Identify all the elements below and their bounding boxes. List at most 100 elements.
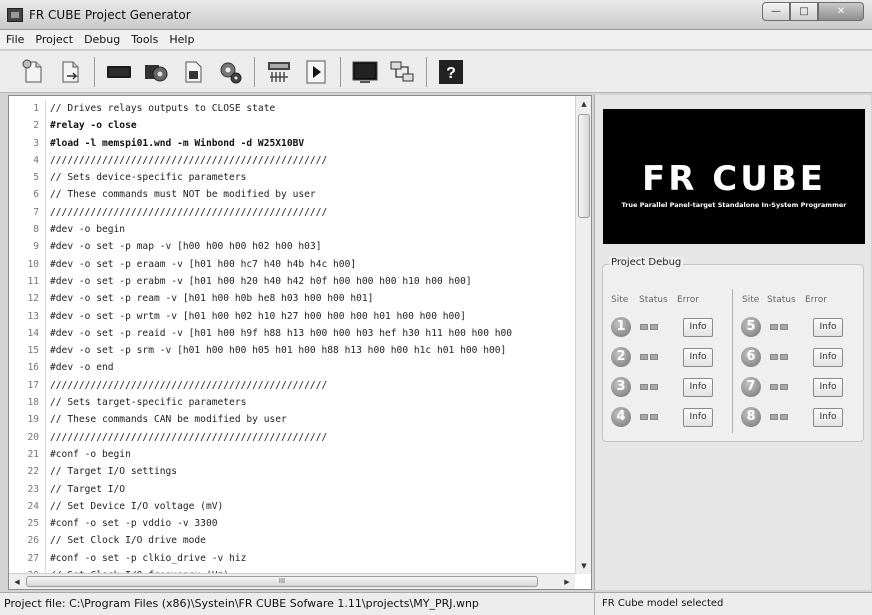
menu-project[interactable]: Project — [35, 33, 73, 46]
vertical-scrollbar[interactable]: ▲ ▼ — [575, 96, 591, 574]
code-line[interactable]: 18 // Sets target-specific parameters — [9, 394, 575, 412]
line-text: #dev -o set -p reaid -v [h01 h00 h9f h88… — [50, 327, 513, 339]
network-button[interactable] — [389, 59, 415, 85]
script-editor[interactable]: 1 // Drives relays outputs to CLOSE state… — [8, 95, 592, 590]
code-line[interactable]: 15 #dev -o set -p srm -v [h01 h00 h00 h05… — [9, 342, 575, 360]
debug-site-3: 3 Info — [603, 375, 729, 399]
code-line[interactable]: 12 #dev -o set -p ream -v [h01 h00 h0b he… — [9, 290, 575, 308]
code-line[interactable]: 6 // These commands must NOT be modified … — [9, 186, 575, 204]
info-button[interactable]: Info — [683, 378, 713, 397]
status-led-icon — [640, 384, 648, 390]
help-button[interactable]: ? — [438, 59, 464, 85]
open-project-button[interactable] — [57, 59, 83, 85]
code-line[interactable]: 23 // Target I/O — [9, 480, 575, 498]
code-line[interactable]: 13 #dev -o set -p wrtm -v [h01 h00 h02 h1… — [9, 307, 575, 325]
code-line[interactable]: 10 #dev -o set -p eraam -v [h01 h00 hc7 h… — [9, 255, 575, 273]
status-led-icon — [770, 324, 778, 330]
line-number: 17 — [27, 379, 39, 391]
code-line[interactable]: 17 //////////////////////////////////////… — [9, 376, 575, 395]
info-button[interactable]: Info — [683, 318, 713, 337]
line-number: 10 — [27, 258, 39, 270]
info-button[interactable]: Info — [813, 318, 843, 337]
line-text: #load -l memspi01.wnd -m Winbond -d W25X… — [50, 137, 305, 149]
menu-bar: File Project Debug Tools Help — [0, 30, 872, 50]
header-status: Status — [767, 295, 796, 305]
line-text: // Drives relays outputs to CLOSE state — [50, 103, 276, 114]
code-lines: 1 // Drives relays outputs to CLOSE state… — [9, 100, 575, 585]
debug-site-8: 8 Info — [733, 405, 859, 429]
scroll-down-arrow-icon[interactable]: ▼ — [576, 558, 591, 574]
scroll-up-arrow-icon[interactable]: ▲ — [576, 96, 591, 112]
line-number: 13 — [27, 310, 39, 322]
code-line[interactable]: 5 // Sets device-specific parameters — [9, 169, 575, 187]
code-line[interactable]: 11 #dev -o set -p erabm -v [h01 h00 h20 h… — [9, 272, 575, 291]
status-leds — [770, 384, 790, 390]
scroll-right-arrow-icon[interactable]: ▶ — [559, 574, 575, 589]
line-text: // Sets device-specific parameters — [50, 172, 247, 184]
code-line[interactable]: 22 // Target I/O settings — [9, 463, 575, 481]
line-text: // These commands CAN be modified by use… — [50, 414, 287, 426]
code-line[interactable]: 9 #dev -o set -p map -v [h00 h00 h00 h02 … — [9, 238, 575, 256]
site-number-badge: 7 — [741, 377, 761, 397]
line-text: // Target I/O — [50, 483, 126, 495]
device-button[interactable] — [106, 59, 132, 85]
menu-help[interactable]: Help — [169, 33, 194, 46]
scroll-grip: III — [278, 577, 286, 585]
menu-tools[interactable]: Tools — [131, 33, 158, 46]
menu-file[interactable]: File — [6, 33, 24, 46]
code-line[interactable]: 21 #conf -o begin — [9, 445, 575, 464]
status-led-icon — [650, 354, 658, 360]
code-line[interactable]: 3 #load -l memspi01.wnd -m Winbond -d W25… — [9, 134, 575, 152]
menu-debug[interactable]: Debug — [84, 33, 120, 46]
line-number: 1 — [33, 103, 39, 114]
close-button[interactable]: ✕ — [818, 2, 864, 21]
new-project-button[interactable] — [20, 59, 46, 85]
run-button[interactable] — [303, 59, 329, 85]
line-number: 4 — [33, 154, 39, 166]
info-button[interactable]: Info — [813, 348, 843, 367]
line-text: #dev -o set -p srm -v [h01 h00 h00 h05 h… — [50, 345, 507, 357]
line-text: #relay -o close — [50, 120, 137, 132]
code-line[interactable]: 7 ///////////////////////////////////////… — [9, 203, 575, 222]
info-button[interactable]: Info — [813, 408, 843, 427]
code-line[interactable]: 26 // Set Clock I/O drive mode — [9, 532, 575, 550]
settings-button[interactable] — [217, 59, 243, 85]
header-error: Error — [677, 295, 699, 305]
header-site: Site — [611, 295, 629, 305]
code-line[interactable]: 19 // These commands CAN be modified by u… — [9, 411, 575, 429]
code-line[interactable]: 16 #dev -o end — [9, 359, 575, 377]
line-number: 19 — [27, 414, 39, 426]
build-button[interactable] — [266, 59, 292, 85]
scroll-left-arrow-icon[interactable]: ◀ — [9, 574, 25, 589]
maximize-button[interactable]: □ — [790, 2, 818, 21]
terminal-button[interactable] — [352, 59, 378, 85]
horizontal-scroll-thumb[interactable]: III — [26, 576, 538, 587]
device-settings-button[interactable] — [143, 59, 169, 85]
code-line[interactable]: 8 #dev -o begin — [9, 221, 575, 239]
code-line[interactable]: 20 //////////////////////////////////////… — [9, 428, 575, 446]
line-number: 16 — [27, 362, 39, 374]
info-button[interactable]: Info — [813, 378, 843, 397]
vertical-scroll-thumb[interactable] — [578, 114, 590, 218]
horizontal-scrollbar[interactable]: ◀ III ▶ — [9, 573, 575, 589]
code-line[interactable]: 1 // Drives relays outputs to CLOSE state — [9, 100, 575, 118]
configuration-button[interactable] — [180, 59, 206, 85]
logo-tagline: True Parallel Panel-target Standalone In… — [621, 201, 847, 209]
code-line[interactable]: 27 #conf -o set -p clkio_drive -v hiz — [9, 549, 575, 568]
status-led-icon — [780, 384, 788, 390]
site-number-badge: 1 — [611, 317, 631, 337]
site-number-badge: 8 — [741, 407, 761, 427]
code-line[interactable]: 2 #relay -o close — [9, 117, 575, 135]
status-leds — [640, 414, 660, 420]
code-line[interactable]: 24 // Set Device I/O voltage (mV) — [9, 497, 575, 516]
code-line[interactable]: 25 #conf -o set -p vddio -v 3300 — [9, 515, 575, 533]
info-button[interactable]: Info — [683, 408, 713, 427]
minimize-button[interactable]: — — [762, 2, 790, 21]
window-controls: — □ ✕ — [762, 2, 864, 21]
info-button[interactable]: Info — [683, 348, 713, 367]
line-text: #dev -o set -p ream -v [h01 h00 h0b he8 … — [50, 293, 374, 305]
line-number: 21 — [27, 448, 39, 460]
code-line[interactable]: 14 #dev -o set -p reaid -v [h01 h00 h9f h… — [9, 324, 575, 343]
model-status: FR Cube model selected — [602, 598, 724, 609]
code-line[interactable]: 4 ///////////////////////////////////////… — [9, 151, 575, 170]
